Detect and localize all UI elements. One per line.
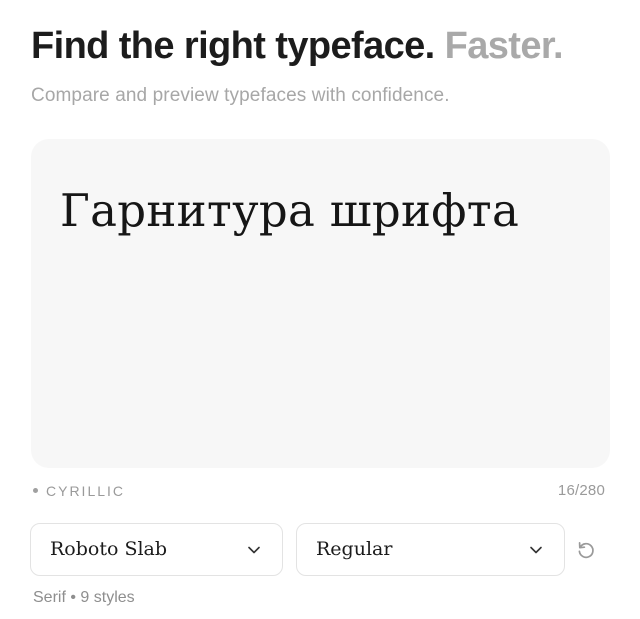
script-label: CYRILLIC [46, 483, 126, 499]
chevron-down-icon [530, 546, 542, 554]
font-style-select[interactable]: Regular [296, 523, 565, 576]
character-counter: 16/280 [557, 482, 605, 499]
font-style-value: Regular [316, 538, 393, 560]
script-dot-icon [33, 487, 38, 493]
preview-text-input[interactable]: Гарнитура шрифта [60, 183, 519, 239]
font-family-value: Roboto Slab [50, 538, 168, 560]
page-title: Find the right typeface. Faster. [31, 22, 564, 70]
font-info: Serif • 9 styles [33, 588, 135, 608]
script-tag: CYRILLIC [33, 481, 125, 501]
reset-icon[interactable] [574, 538, 598, 562]
title-main: Find the right typeface. [31, 25, 435, 67]
font-family-select[interactable]: Roboto Slab [30, 523, 283, 576]
font-category: Serif [33, 589, 66, 606]
preview-meta-row: CYRILLIC 16/280 [33, 481, 605, 501]
preview-card[interactable]: Гарнитура шрифта [31, 139, 610, 468]
chevron-down-icon [248, 546, 260, 554]
page-subtitle: Compare and preview typefaces with confi… [31, 85, 450, 106]
title-accent: Faster. [444, 25, 564, 67]
info-separator: • [70, 589, 76, 606]
font-styles-count: 9 styles [80, 589, 135, 606]
